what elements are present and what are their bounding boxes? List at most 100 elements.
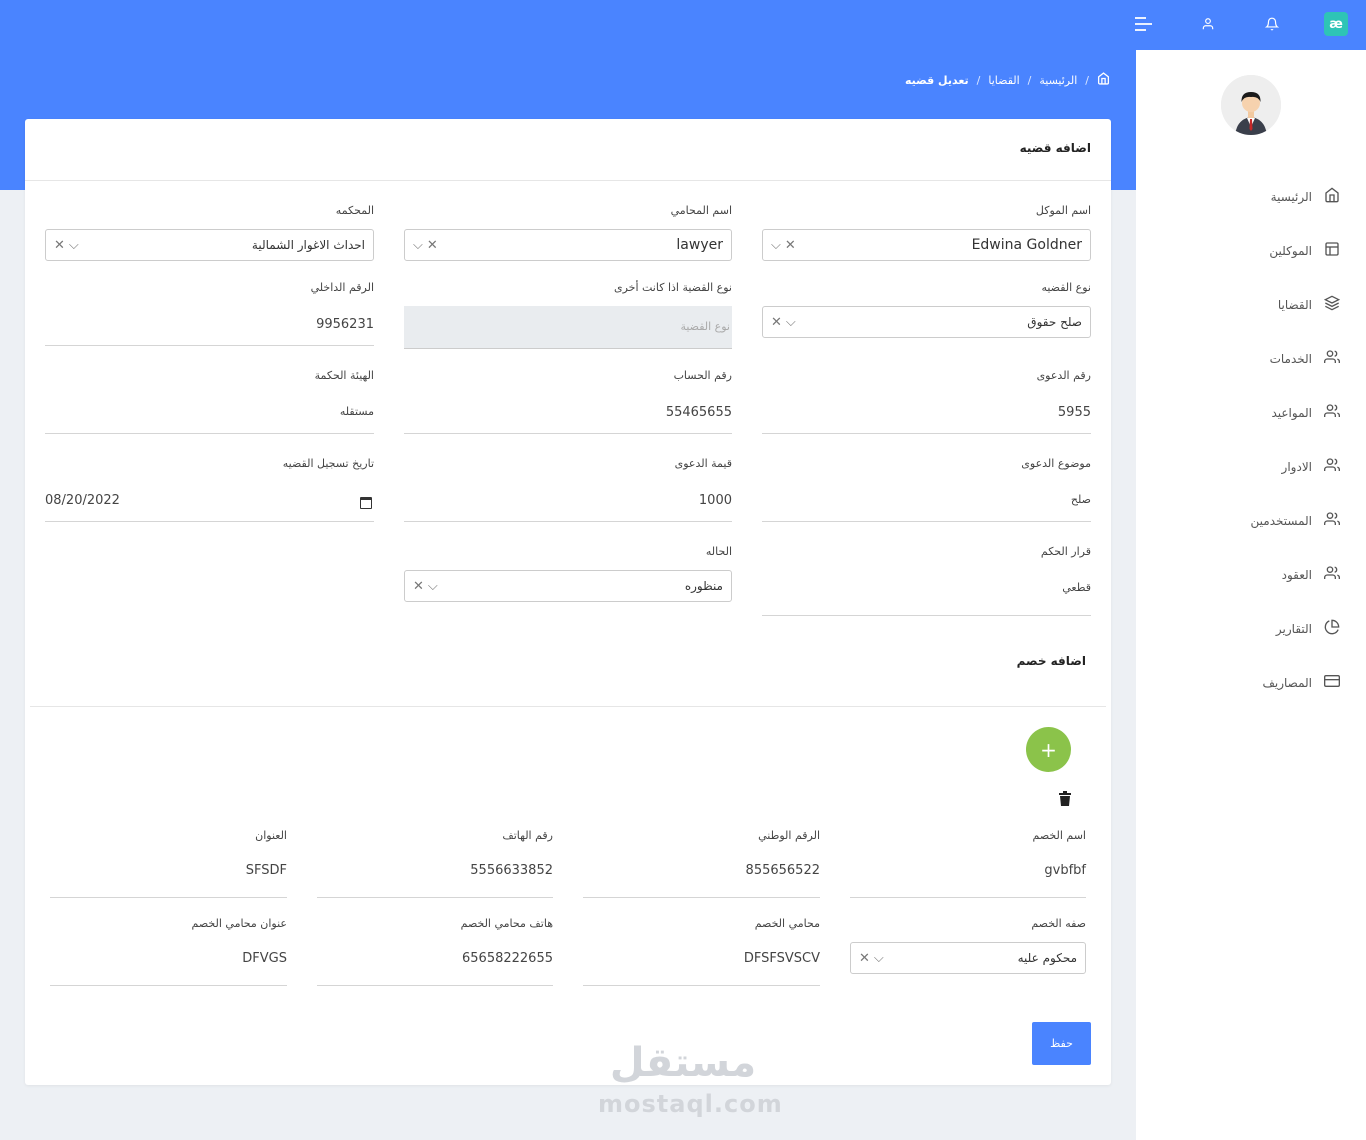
lawsuit-no-label: رقم الدعوى — [1036, 369, 1091, 382]
sidebar-item-services[interactable]: الخدمات — [1136, 332, 1366, 386]
sidebar-item-users[interactable]: المستخدمين — [1136, 494, 1366, 548]
opponent-national-id-label: الرقم الوطني — [758, 829, 820, 842]
case-type-label: نوع القضيه — [1041, 281, 1091, 294]
watermark: مستقل mostaql.com — [598, 1035, 782, 1117]
save-button[interactable]: حفظ — [1032, 1022, 1091, 1065]
lawyer-select[interactable]: lawyer ⌵ ✕ — [404, 229, 732, 261]
opponent-role-label: صفه الخصم — [1031, 917, 1086, 930]
chevron-down-icon[interactable]: ⌵ — [786, 315, 796, 330]
layout-icon — [1324, 241, 1340, 261]
opponent-lawyer-phone-input[interactable]: 65658222655 — [317, 948, 553, 986]
claim-value-field: قيمة الدعوى 1000 — [404, 457, 732, 522]
sidebar-item-home[interactable]: الرئيسية — [1136, 170, 1366, 224]
court-field: المحكمه احداث الاغوار الشمالية ✕ ⌵ — [45, 204, 374, 261]
clear-icon[interactable]: ✕ — [785, 238, 796, 253]
sidebar-item-label: المواعيد — [1271, 406, 1312, 420]
chevron-down-icon[interactable]: ⌵ — [874, 951, 884, 966]
sidebar-item-clients[interactable]: الموكلين — [1136, 224, 1366, 278]
sidebar-item-expenses[interactable]: المصاريف — [1136, 656, 1366, 710]
trash-icon[interactable] — [1059, 791, 1071, 807]
clear-icon[interactable]: ✕ — [771, 315, 782, 330]
avatar[interactable] — [1221, 75, 1281, 135]
breadcrumb-cases-link[interactable]: القضايا — [988, 74, 1019, 87]
sidebar-item-label: المستخدمين — [1250, 514, 1312, 528]
chevron-down-icon[interactable]: ⌵ — [428, 579, 438, 594]
reg-date-field: تاريخ تسجيل القضيه 08/20/2022 — [45, 457, 374, 522]
home-icon[interactable] — [1097, 72, 1110, 88]
verdict-field: قرار الحكم قطعي — [762, 545, 1091, 616]
reg-date-input[interactable]: 08/20/2022 — [45, 490, 374, 522]
chevron-down-icon[interactable]: ⌵ — [771, 238, 781, 253]
breadcrumb-current: تعديل قضيه — [904, 73, 969, 87]
claim-value-label: قيمة الدعوى — [674, 457, 732, 470]
panel-input[interactable]: مستقله — [45, 402, 374, 434]
menu-toggle-icon[interactable] — [1132, 12, 1156, 36]
case-type-select-value: صلح حقوق — [1027, 315, 1082, 329]
sidebar-item-label: الخدمات — [1269, 352, 1312, 366]
other-type-label: نوع القضية اذا كانت أخرى — [613, 281, 732, 294]
add-opponent-button[interactable]: + — [1026, 727, 1071, 772]
bell-icon[interactable] — [1260, 12, 1284, 36]
sidebar-menu: الرئيسية الموكلين القضايا الخدمات المواع… — [1136, 170, 1366, 710]
clear-icon[interactable]: ✕ — [859, 951, 870, 966]
opponent-name-label: اسم الخصم — [1032, 829, 1086, 842]
client-select[interactable]: Edwina Goldner ⌵ ✕ — [762, 229, 1091, 261]
opponent-address-input[interactable]: SFSDF — [50, 860, 287, 898]
users-icon — [1324, 565, 1340, 585]
top-toolbar: æ — [1132, 12, 1348, 36]
users-icon — [1324, 511, 1340, 531]
breadcrumb-separator: / — [1027, 73, 1032, 87]
internal-no-input[interactable]: 9956231 — [45, 314, 374, 346]
sidebar-item-contracts[interactable]: العقود — [1136, 548, 1366, 602]
opponent-national-id-input[interactable]: 855656522 — [583, 860, 820, 898]
clear-icon[interactable]: ✕ — [413, 579, 424, 594]
pie-chart-icon — [1324, 619, 1340, 639]
status-field: الحاله منظوره ✕ ⌵ — [404, 545, 732, 602]
section-divider — [30, 706, 1106, 707]
other-type-field: نوع القضية اذا كانت أخرى نوع القضية — [404, 281, 732, 349]
case-type-select[interactable]: صلح حقوق ✕ ⌵ — [762, 306, 1091, 338]
clear-icon[interactable]: ✕ — [427, 238, 438, 253]
users-icon — [1324, 457, 1340, 477]
opponent-lawyer-field: محامي الخصم DFSFSVSCV — [583, 917, 820, 986]
opponent-national-id-field: الرقم الوطني 855656522 — [583, 829, 820, 898]
internal-no-field: الرقم الداخلي 9956231 — [45, 281, 374, 346]
case-form-card: اضافه قضيه اسم الموكل Edwina Goldner ⌵ ✕ … — [25, 119, 1111, 1085]
court-select[interactable]: احداث الاغوار الشمالية ✕ ⌵ — [45, 229, 374, 261]
sidebar-item-label: الموكلين — [1269, 244, 1312, 258]
sidebar-item-roles[interactable]: الادوار — [1136, 440, 1366, 494]
clear-icon[interactable]: ✕ — [54, 238, 65, 253]
opponent-lawyer-label: محامي الخصم — [754, 917, 820, 930]
account-no-label: رقم الحساب — [673, 369, 732, 382]
opponent-lawyer-address-input[interactable]: DFVGS — [50, 948, 287, 986]
verdict-input[interactable]: قطعي — [762, 578, 1091, 616]
users-icon — [1324, 349, 1340, 369]
logo-icon[interactable]: æ — [1324, 12, 1348, 36]
calendar-icon[interactable] — [360, 497, 372, 509]
user-icon[interactable] — [1196, 12, 1220, 36]
opponent-role-select[interactable]: محكوم عليه ✕ ⌵ — [850, 942, 1086, 974]
opponent-phone-label: رقم الهاتف — [502, 829, 553, 842]
status-label: الحاله — [705, 545, 732, 558]
sidebar-item-label: العقود — [1281, 568, 1312, 582]
lawsuit-no-field: رقم الدعوى 5955 — [762, 369, 1091, 434]
sidebar-item-reports[interactable]: التقارير — [1136, 602, 1366, 656]
users-icon — [1324, 403, 1340, 423]
opponent-phone-input[interactable]: 5556633852 — [317, 860, 553, 898]
chevron-down-icon[interactable]: ⌵ — [413, 238, 423, 253]
claim-value-input[interactable]: 1000 — [404, 490, 732, 522]
lawsuit-no-input[interactable]: 5955 — [762, 402, 1091, 434]
opponent-lawyer-input[interactable]: DFSFSVSCV — [583, 948, 820, 986]
internal-no-label: الرقم الداخلي — [310, 281, 374, 294]
opponent-name-input[interactable]: gvbfbf — [850, 860, 1086, 898]
sidebar-item-label: القضايا — [1277, 298, 1312, 312]
status-select[interactable]: منظوره ✕ ⌵ — [404, 570, 732, 602]
sidebar-item-appointments[interactable]: المواعيد — [1136, 386, 1366, 440]
breadcrumb-home-link[interactable]: الرئيسية — [1039, 74, 1077, 87]
chevron-down-icon[interactable]: ⌵ — [69, 238, 79, 253]
sidebar-item-cases[interactable]: القضايا — [1136, 278, 1366, 332]
other-type-input[interactable]: نوع القضية — [404, 306, 732, 349]
account-no-input[interactable]: 55465655 — [404, 402, 732, 434]
subject-input[interactable]: صلح — [762, 490, 1091, 522]
sidebar-item-label: الرئيسية — [1270, 190, 1312, 204]
